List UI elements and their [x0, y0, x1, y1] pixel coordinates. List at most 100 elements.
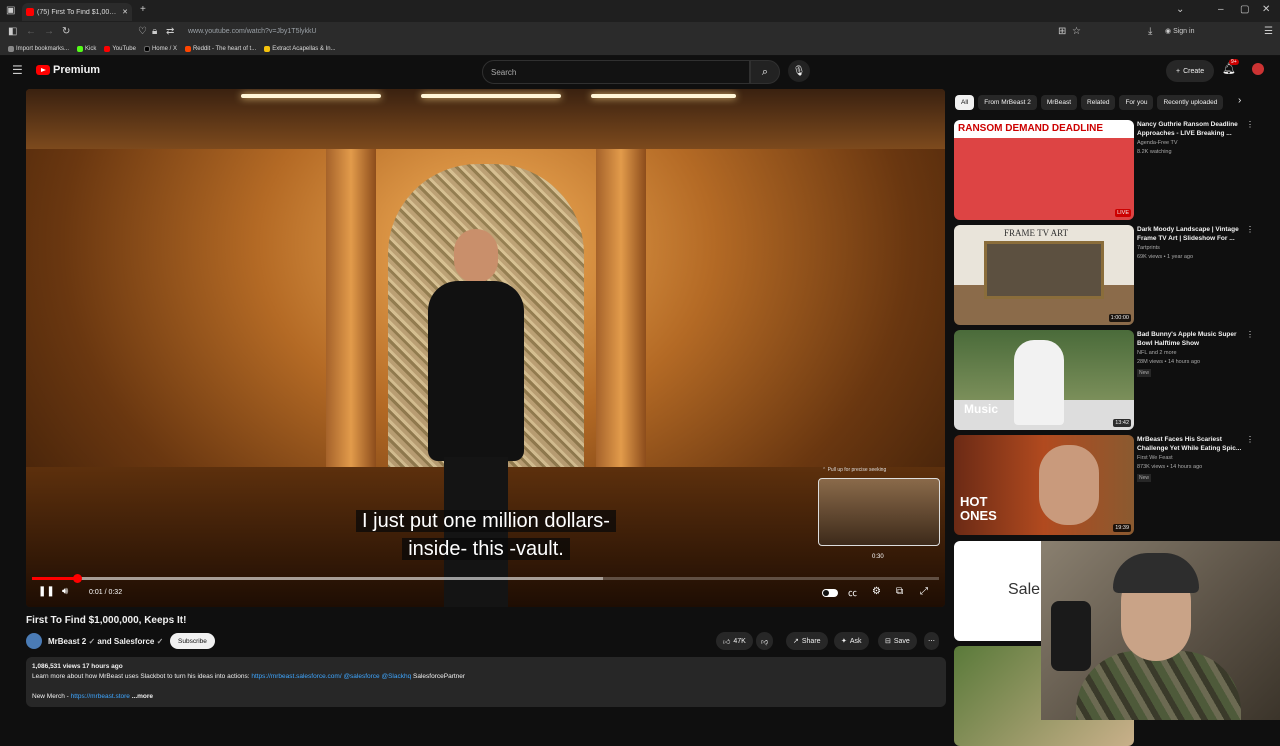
site-info-icon[interactable]: ♡ — [138, 27, 147, 37]
more-actions-button[interactable]: ⋯ — [924, 632, 939, 650]
host-face — [1039, 445, 1099, 525]
chip-mrbeast[interactable]: MrBeast — [1040, 94, 1078, 110]
like-button[interactable]: 👍︎ 47K — [716, 632, 753, 650]
share-button[interactable]: ↗ Share — [786, 632, 828, 650]
chip-recently-uploaded[interactable]: Recently uploaded — [1157, 94, 1224, 110]
vault-ceiling — [26, 89, 945, 149]
more-vert-icon[interactable]: ⋮ — [1246, 330, 1254, 339]
recommendation-item[interactable]: HOT ONES 19:39 MrBeast Faces His Scaries… — [954, 435, 1274, 535]
chip-for-you[interactable]: For you — [1119, 94, 1154, 110]
reader-mode-icon[interactable]: ⊞ — [1058, 27, 1066, 37]
merch-link[interactable]: https://mrbeast.store — [71, 693, 130, 700]
minimize-icon[interactable]: – — [1218, 5, 1224, 15]
share-label: Share — [801, 637, 821, 645]
studio-microphone — [1051, 601, 1091, 671]
youtube-favicon-icon — [26, 8, 34, 16]
rec-thumbnail[interactable]: RANSOM DEMAND DEADLINE LIVE — [954, 120, 1134, 220]
show-more-button[interactable]: ...more — [132, 693, 153, 700]
save-button[interactable]: ⊟ Save — [878, 632, 917, 650]
rec-title[interactable]: Bad Bunny's Apple Music Super Bowl Halft… — [1137, 330, 1252, 348]
rec-thumbnail[interactable]: HOT ONES 19:39 — [954, 435, 1134, 535]
rec-title[interactable]: Dark Moody Landscape | Vintage Frame TV … — [1137, 225, 1252, 243]
bookmark-item[interactable]: YouTube — [104, 45, 136, 52]
create-button[interactable]: + Create — [1166, 60, 1215, 82]
video-player[interactable]: I just put one million dollars- inside- … — [26, 89, 945, 607]
more-vert-icon[interactable]: ⋮ — [1246, 225, 1254, 234]
chip-all[interactable]: All — [955, 94, 975, 110]
description-box[interactable]: 1,086,531 views 17 hours ago Learn more … — [26, 657, 946, 707]
bookmark-item[interactable]: Import bookmarks... — [8, 45, 70, 52]
collab-channel[interactable]: and Salesforce — [97, 637, 154, 646]
reload-icon[interactable]: ↻ — [62, 27, 70, 37]
autoplay-toggle[interactable] — [822, 589, 838, 597]
more-vert-icon[interactable]: ⋮ — [1246, 120, 1254, 129]
channel-names[interactable]: MrBeast 2 ✓ and Salesforce ✓ — [48, 637, 163, 646]
more-vert-icon[interactable]: ⋮ — [1246, 435, 1254, 444]
rec-channel[interactable]: 7artprints — [1137, 245, 1160, 251]
back-icon[interactable]: ← — [26, 27, 36, 37]
bookmark-item[interactable]: Extract Acapellas & In... — [264, 45, 336, 52]
hamburger-menu-icon[interactable]: ☰ — [12, 64, 23, 76]
bookmark-item[interactable]: Kick — [77, 45, 96, 52]
rec-channel[interactable]: First We Feast — [1137, 455, 1173, 461]
captions-button[interactable]: ㏄ — [848, 586, 857, 599]
tab-search-icon[interactable]: ⌄ — [1176, 5, 1184, 15]
channel-avatar[interactable] — [26, 633, 42, 649]
fullscreen-button[interactable]: ⤢ — [920, 586, 928, 597]
ceiling-light — [241, 94, 381, 98]
close-window-icon[interactable]: ✕ — [1262, 5, 1270, 15]
description-tags[interactable]: @salesforce @Slackhq — [343, 673, 411, 680]
sign-in-button[interactable]: ◉ Sign in — [1165, 27, 1194, 37]
search-input[interactable]: Search — [482, 60, 750, 84]
url-input[interactable]: www.youtube.com/watch?v=Jby1T5lykkU — [188, 28, 317, 35]
subscribe-button[interactable]: Subscribe — [170, 633, 215, 649]
browser-tab[interactable]: (75) First To Find $1,000,000 ✕ — [22, 3, 132, 21]
bookmark-label: YouTube — [112, 45, 136, 52]
rec-channel[interactable]: NFL and 2 more — [1137, 350, 1177, 356]
bookmark-item[interactable]: Reddit - The heart of t... — [184, 45, 256, 52]
voice-search-button[interactable]: 🎙︎ — [788, 60, 810, 82]
recommendation-item[interactable]: RANSOM DEMAND DEADLINE LIVE Nancy Guthri… — [954, 120, 1274, 220]
webcam-overlay — [1041, 541, 1280, 720]
rec-channel[interactable]: Agenda-Free TV — [1137, 140, 1178, 146]
account-avatar[interactable] — [1252, 63, 1264, 75]
miniplayer-button[interactable]: ⧉ — [896, 586, 903, 597]
notifications-button[interactable]: 🔔︎ 9+ — [1222, 59, 1239, 75]
ask-button[interactable]: ✦ Ask — [834, 632, 869, 650]
chips-next-icon[interactable]: › — [1238, 95, 1241, 106]
chip-from-mrbeast2[interactable]: From MrBeast 2 — [978, 94, 1037, 110]
description-link[interactable]: https://mrbeast.salesforce.com/ — [251, 673, 341, 680]
progress-bar[interactable] — [32, 574, 939, 583]
new-tab-icon[interactable]: + — [140, 5, 146, 15]
pause-button[interactable]: ❚❚ — [38, 586, 55, 597]
forward-icon[interactable]: → — [44, 27, 54, 37]
seek-preview-thumbnail — [818, 478, 940, 546]
rec-title[interactable]: Nancy Guthrie Ransom Deadline Approaches… — [1137, 120, 1252, 138]
performer-figure — [1014, 340, 1064, 425]
volume-button[interactable]: 🔊︎ — [62, 586, 68, 597]
youtube-premium-logo[interactable]: Premium — [36, 64, 100, 76]
tab-actions-icon[interactable]: ▣ — [6, 6, 15, 16]
bookmark-star-icon[interactable]: ☆ — [1072, 27, 1081, 37]
sidebar-toggle-icon[interactable]: ◧ — [8, 27, 17, 37]
plus-icon: + — [1176, 67, 1181, 75]
lock-icon[interactable]: 🔒︎ — [152, 27, 157, 37]
recommendation-item[interactable]: Music 13:42 Bad Bunny's Apple Music Supe… — [954, 330, 1274, 430]
rec-title[interactable]: MrBeast Faces His Scariest Challenge Yet… — [1137, 435, 1252, 453]
chip-related[interactable]: Related — [1081, 94, 1116, 110]
dislike-button[interactable]: 👎︎ — [756, 632, 774, 650]
bookmark-item[interactable]: Home / X — [143, 45, 177, 52]
recommendation-item[interactable]: FRAME TV ART 1:00:00 Dark Moody Landscap… — [954, 225, 1274, 325]
settings-button[interactable]: ⚙ — [872, 586, 881, 597]
menu-icon[interactable]: ☰ — [1264, 27, 1273, 37]
downloads-icon[interactable]: ⤓ — [1148, 27, 1152, 37]
rec-thumbnail[interactable]: Music 13:42 — [954, 330, 1134, 430]
close-tab-icon[interactable]: ✕ — [122, 8, 128, 16]
search-button[interactable]: ⌕ — [750, 60, 780, 84]
logo-text: Premium — [53, 64, 101, 76]
tracking-icon[interactable]: ⇄ — [166, 27, 174, 37]
bookmark-label: Import bookmarks... — [16, 45, 70, 52]
rec-thumbnail[interactable]: FRAME TV ART 1:00:00 — [954, 225, 1134, 325]
channel-name[interactable]: MrBeast 2 — [48, 637, 86, 646]
maximize-icon[interactable]: ▢ — [1240, 5, 1249, 15]
